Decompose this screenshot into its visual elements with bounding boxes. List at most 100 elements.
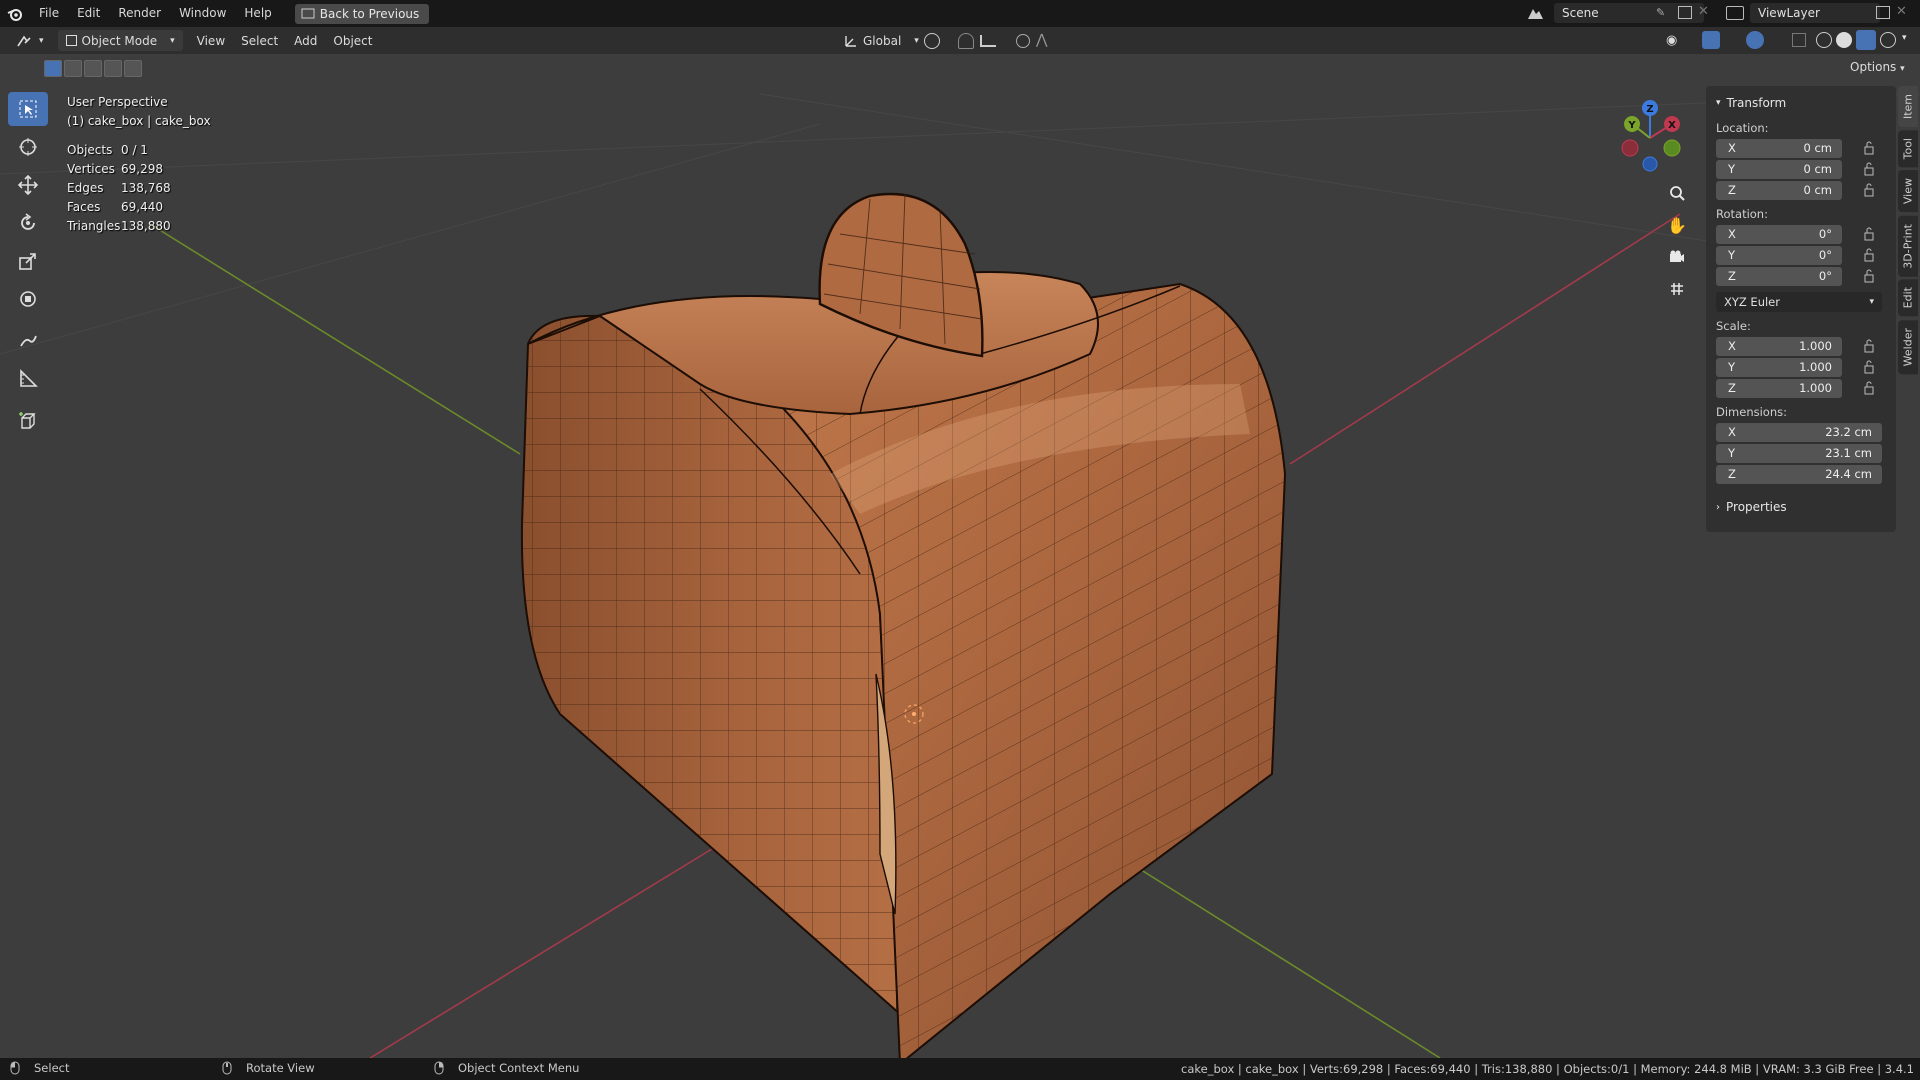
select-intersect-icon[interactable] (124, 60, 142, 77)
rotation-z-field[interactable]: Z 0° (1716, 266, 1842, 286)
transform-title: Transform (1726, 96, 1787, 110)
axis-label: Y (1728, 360, 1736, 374)
menu-select[interactable]: Select (233, 30, 286, 51)
location-z-row: Z 0 cm (1716, 180, 1886, 200)
transform-orientation-dropdown[interactable]: Global ▾ (836, 30, 927, 51)
new-scene-icon[interactable] (1678, 6, 1692, 19)
lock-icon[interactable] (1862, 381, 1876, 395)
pin-icon[interactable]: ✎ (1656, 6, 1668, 20)
snap-icon[interactable] (958, 33, 974, 49)
transform-tool[interactable] (8, 282, 48, 316)
new-viewlayer-icon[interactable] (1876, 6, 1890, 19)
lock-icon[interactable] (1862, 141, 1876, 155)
pivot-point-icon[interactable] (924, 33, 940, 49)
stat-key: Vertices (67, 161, 115, 176)
blender-logo-icon[interactable] (0, 0, 30, 27)
measure-tool[interactable] (8, 362, 48, 396)
dimensions-z-field[interactable]: Z 24.4 cm (1716, 464, 1882, 484)
tab-item[interactable]: Item (1898, 86, 1918, 128)
scene-selector-icon[interactable] (1526, 5, 1548, 22)
rotation-y-field[interactable]: Y 0° (1716, 245, 1842, 265)
material-shading-icon[interactable] (1856, 30, 1876, 50)
menu-view[interactable]: View (189, 30, 233, 51)
location-z-field[interactable]: Z 0 cm (1716, 180, 1842, 200)
axis-label: X (1728, 425, 1736, 439)
navigation-gizmo[interactable]: Z X Y (1612, 96, 1692, 176)
cursor-tool[interactable] (8, 130, 48, 164)
add-cube-tool[interactable] (8, 404, 48, 438)
solid-shading-icon[interactable] (1836, 32, 1852, 48)
close-viewlayer-icon[interactable]: ✕ (1896, 4, 1907, 19)
select-invert-icon[interactable] (104, 60, 122, 77)
lock-icon[interactable] (1862, 227, 1876, 241)
orientation-axes-icon (845, 35, 856, 47)
properties-panel-header[interactable]: › Properties (1716, 496, 1886, 518)
menu-add[interactable]: Add (286, 30, 325, 51)
location-y-field[interactable]: Y 0 cm (1716, 159, 1842, 179)
menu-render[interactable]: Render (109, 0, 170, 27)
select-new-icon[interactable] (44, 60, 62, 77)
visibility-icon[interactable]: ◉ (1666, 33, 1677, 48)
editor-type-dropdown[interactable]: ▾ (8, 30, 52, 51)
lock-icon[interactable] (1862, 183, 1876, 197)
menu-help[interactable]: Help (235, 0, 280, 27)
proportional-editing-icon[interactable] (1016, 34, 1030, 48)
viewlayer-name-field[interactable]: ViewLayer (1750, 3, 1880, 23)
back-to-previous-button[interactable]: Back to Previous (294, 3, 430, 24)
snap-target-icon[interactable] (980, 35, 996, 47)
3d-viewport[interactable]: Options ▾ (0, 54, 1920, 1058)
tab-view[interactable]: View (1898, 170, 1918, 213)
rotation-mode-dropdown[interactable]: XYZ Euler ▾ (1716, 292, 1882, 312)
scale-x-field[interactable]: X 1.000 (1716, 336, 1842, 356)
pan-hand-icon[interactable]: ✋ (1664, 212, 1690, 238)
falloff-icon[interactable]: ⋀ (1036, 32, 1047, 48)
scale-tool[interactable] (8, 244, 48, 278)
lock-icon[interactable] (1862, 162, 1876, 176)
rotate-tool[interactable] (8, 206, 48, 240)
gizmo-toggle-icon[interactable] (1702, 31, 1720, 49)
dimensions-y-field[interactable]: Y 23.1 cm (1716, 443, 1882, 463)
ruler-icon (20, 369, 38, 387)
wireframe-shading-icon[interactable] (1816, 32, 1832, 48)
transform-icon (20, 291, 36, 307)
lock-icon[interactable] (1862, 360, 1876, 374)
scale-z-field[interactable]: Z 1.000 (1716, 378, 1842, 398)
axis-label: X (1728, 227, 1736, 241)
menu-object[interactable]: Object (325, 30, 380, 51)
rotation-x-field[interactable]: X 0° (1716, 224, 1842, 244)
properties-title: Properties (1726, 500, 1787, 514)
scale-y-field[interactable]: Y 1.000 (1716, 357, 1842, 377)
object-mode-dropdown[interactable]: Object Mode ▾ (57, 30, 183, 51)
move-tool[interactable] (8, 168, 48, 202)
mouse-middle-icon (222, 1061, 232, 1075)
menu-edit[interactable]: Edit (68, 0, 109, 27)
ortho-grid-icon[interactable] (1664, 276, 1690, 302)
lock-icon[interactable] (1862, 248, 1876, 262)
chevron-down-icon[interactable]: ▾ (1902, 33, 1907, 43)
annotate-tool[interactable] (8, 324, 48, 358)
camera-view-icon[interactable] (1664, 244, 1690, 270)
rendered-shading-icon[interactable] (1880, 32, 1896, 48)
overlays-toggle-icon[interactable] (1746, 31, 1764, 49)
field-value: 1.000 (1799, 339, 1832, 353)
tab-3d-print[interactable]: 3D-Print (1898, 215, 1918, 277)
close-scene-icon[interactable]: ✕ (1698, 4, 1709, 19)
select-subtract-icon[interactable] (84, 60, 102, 77)
menu-file[interactable]: File (30, 0, 68, 27)
transform-panel-header[interactable]: ▾ Transform (1716, 92, 1886, 114)
tab-tool[interactable]: Tool (1898, 130, 1918, 168)
options-dropdown[interactable]: Options ▾ (1850, 60, 1905, 74)
viewlayer-icon[interactable] (1726, 6, 1744, 20)
tab-welder[interactable]: Welder (1898, 319, 1918, 374)
dimensions-x-field[interactable]: X 23.2 cm (1716, 422, 1882, 442)
lock-icon[interactable] (1862, 269, 1876, 283)
lock-icon[interactable] (1862, 339, 1876, 353)
status-context: Object Context Menu (434, 1061, 579, 1075)
select-box-tool[interactable] (8, 92, 48, 126)
xray-toggle-icon[interactable] (1792, 33, 1806, 47)
tab-edit[interactable]: Edit (1898, 279, 1918, 317)
zoom-view-icon[interactable] (1664, 180, 1690, 206)
select-extend-icon[interactable] (64, 60, 82, 77)
location-x-field[interactable]: X 0 cm (1716, 138, 1842, 158)
menu-window[interactable]: Window (170, 0, 235, 27)
